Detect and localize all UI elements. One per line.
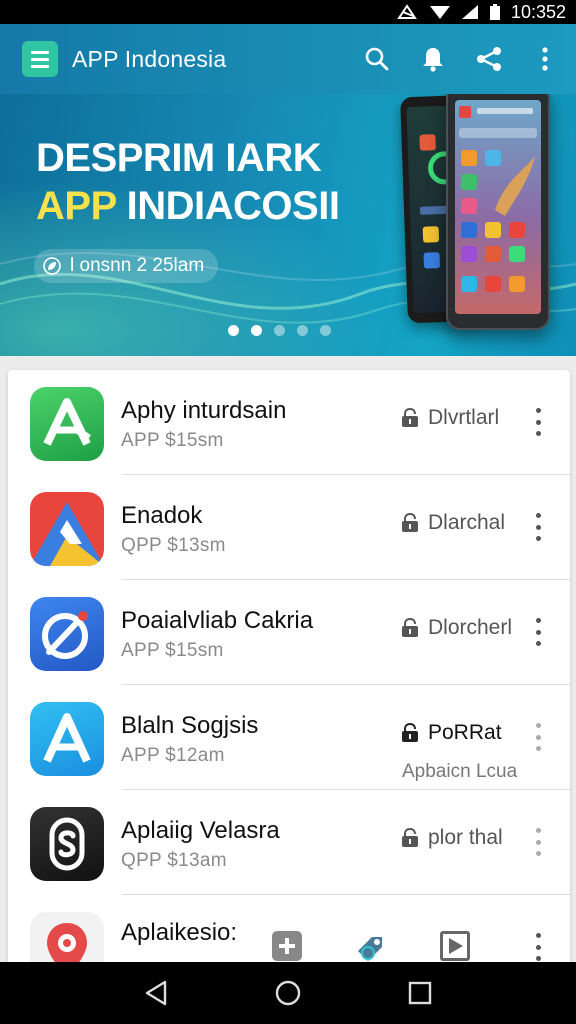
app-subtitle: APP $15sm: [121, 430, 224, 451]
banner-chip-text: l onsnn 2 25lam: [70, 255, 205, 276]
carousel-dot[interactable]: [251, 325, 262, 336]
list-item[interactable]: Aphy inturdsain APP $15sm Dlvrtlarl: [8, 370, 570, 475]
purchase-button[interactable]: PoRRat: [400, 721, 502, 745]
app-name: Aphy inturdsain: [121, 397, 287, 424]
more-vert-icon[interactable]: [530, 44, 560, 74]
play-icon[interactable]: [438, 929, 472, 963]
banner-chip[interactable]: l onsnn 2 25lam: [34, 249, 219, 283]
lock-icon: [400, 513, 420, 533]
download-button[interactable]: Dlvrtlarl: [400, 406, 499, 430]
app-title: APP Indonesia: [72, 45, 227, 72]
app-name: Aplaiig Velasra: [121, 817, 280, 844]
signal-icon: [397, 4, 419, 20]
app-name: Blaln Sogjsis: [121, 712, 259, 739]
more-vert-icon[interactable]: [530, 933, 546, 961]
more-vert-icon[interactable]: [530, 513, 546, 541]
add-icon[interactable]: [270, 929, 304, 963]
lock-icon: [400, 408, 420, 428]
banner-title-line2: APP INDIACOSII: [36, 182, 396, 230]
carousel-dot[interactable]: [274, 325, 285, 336]
more-vert-icon[interactable]: [530, 408, 546, 436]
recents-icon[interactable]: [400, 973, 440, 1013]
leaf-icon: [42, 256, 62, 276]
bell-icon[interactable]: [418, 44, 448, 74]
app-name: Enadok: [121, 502, 203, 529]
carousel-indicator: [228, 325, 331, 336]
list-item[interactable]: Blaln Sogjsis APP $12am PoRRat Apbaicn L…: [8, 685, 570, 790]
list-item[interactable]: Enadok QPP $13sm Dlarchal: [8, 475, 570, 580]
list-item[interactable]: Aplaikesio:: [8, 895, 570, 970]
list-item[interactable]: Aplaiig Velasra QPP $13am plor thal: [8, 790, 570, 895]
phone-illustration-front: [446, 94, 550, 330]
carousel-dot[interactable]: [228, 325, 239, 336]
tag-icon[interactable]: [354, 929, 388, 963]
banner-title: DESPRIM IARK APP INDIACOSII: [36, 134, 396, 230]
purchase-sublabel: Apbaicn Lcua: [402, 761, 518, 782]
download-button[interactable]: Dlorcherl: [400, 616, 512, 640]
carousel-dot[interactable]: [320, 325, 331, 336]
more-vert-icon[interactable]: [530, 723, 546, 751]
compass-icon: [30, 597, 104, 671]
system-nav-bar: [0, 962, 576, 1024]
carousel-dot[interactable]: [297, 325, 308, 336]
promo-banner[interactable]: DESPRIM IARK APP INDIACOSII l onsnn 2 25…: [0, 94, 576, 356]
lock-icon: [400, 828, 420, 848]
banner-title-line1: DESPRIM IARK: [36, 136, 322, 180]
lock-icon: [400, 723, 420, 743]
app-bar-actions: [362, 44, 560, 74]
more-vert-icon[interactable]: [530, 618, 546, 646]
tricolor-a-icon: [30, 492, 104, 566]
purchase-label: PoRRat: [428, 721, 502, 744]
app-bar: APP Indonesia: [0, 24, 576, 94]
download-button[interactable]: Dlarchal: [400, 511, 505, 535]
app-subtitle: APP $15sm: [121, 640, 224, 661]
cellular-icon: [461, 4, 479, 20]
download-label: Dlorcherl: [428, 616, 513, 639]
blue-a-icon: [30, 702, 104, 776]
lock-icon: [400, 618, 420, 638]
share-icon[interactable]: [474, 44, 504, 74]
download-label: Dlarchal: [428, 511, 506, 534]
battery-icon: [489, 3, 501, 21]
app-name: Poaialvliab Cakria: [121, 607, 314, 634]
more-vert-icon[interactable]: [530, 828, 546, 856]
green-a-icon: [30, 387, 104, 461]
download-label: Dlvrtlarl: [428, 406, 500, 429]
status-time: 10:352: [510, 1, 566, 22]
app-subtitle: QPP $13sm: [121, 535, 226, 556]
status-bar: 10:352: [0, 0, 576, 24]
search-icon[interactable]: [362, 44, 392, 74]
banner-title-accent: APP: [36, 184, 117, 228]
banner-title-rest: INDIACOSII: [116, 184, 340, 228]
shield-s-icon: [30, 807, 104, 881]
app-name: Aplaikesio:: [121, 919, 238, 946]
app-subtitle: QPP $13am: [121, 850, 227, 871]
wifi-icon: [429, 4, 451, 20]
list-item[interactable]: Poaialvliab Cakria APP $15sm Dlorcherl: [8, 580, 570, 685]
download-label: plor thal: [428, 826, 503, 849]
menu-icon[interactable]: [22, 41, 58, 77]
home-icon[interactable]: [268, 973, 308, 1013]
back-icon[interactable]: [136, 973, 176, 1013]
download-button[interactable]: plor thal: [400, 826, 503, 850]
row-actions: [270, 929, 472, 963]
app-list: Aphy inturdsain APP $15sm Dlvrtlarl Enad…: [8, 370, 570, 970]
app-subtitle: APP $12am: [121, 745, 225, 766]
